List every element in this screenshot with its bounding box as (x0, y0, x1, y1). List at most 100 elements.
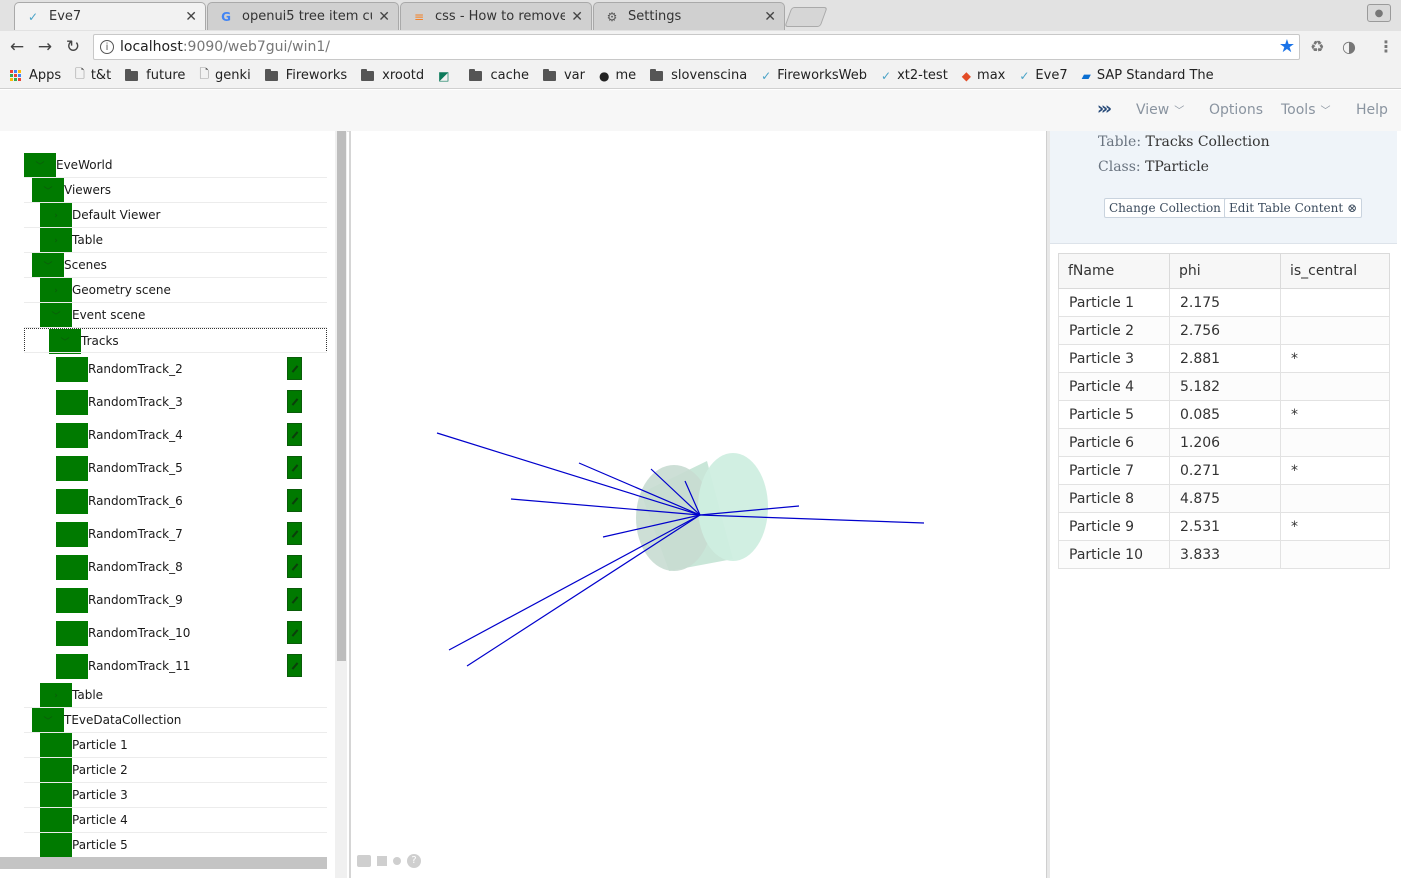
table-row[interactable]: Particle 2 2.756 (1058, 316, 1390, 345)
tree-node-icon[interactable] (40, 783, 72, 808)
bookmark-item[interactable]: ✓ Eve7 (1019, 68, 1067, 83)
bookmark-item[interactable]: Fireworks (264, 68, 347, 83)
collapse-toggle-icon[interactable]: › (40, 278, 72, 303)
visibility-checkbox[interactable] (287, 423, 302, 446)
expand-toggle-icon[interactable]: ﹀ (32, 708, 64, 733)
camera-icon[interactable] (357, 855, 371, 867)
bookmark-item[interactable]: slovenscina (650, 68, 747, 83)
table-row[interactable]: Particle 10 3.833 (1058, 540, 1390, 569)
browser-tab-settings[interactable]: ⚙ Settings ✕ (593, 2, 785, 30)
reload-icon[interactable]: ↻ (62, 37, 84, 57)
table-row[interactable]: Particle 4 5.182 (1058, 372, 1390, 401)
table-row[interactable]: Particle 8 4.875 (1058, 484, 1390, 513)
shell-expand-icon[interactable]: ››› (1097, 99, 1112, 119)
visibility-checkbox[interactable] (287, 456, 302, 479)
record-icon[interactable] (393, 857, 401, 865)
scrollbar-thumb[interactable] (337, 131, 346, 661)
column-header-phi[interactable]: phi (1169, 253, 1281, 289)
expand-toggle-icon[interactable]: ﹀ (32, 253, 64, 278)
bookmark-item[interactable]: ◆ max (962, 68, 1006, 83)
visibility-checkbox[interactable] (287, 522, 302, 545)
bookmark-item[interactable]: xrootd (361, 68, 424, 83)
browser-tab-css[interactable]: ≡ css - How to remove ✕ (400, 2, 592, 30)
visibility-checkbox[interactable] (287, 489, 302, 512)
column-header-fname[interactable]: fName (1058, 253, 1170, 289)
bookmark-item[interactable]: var (542, 68, 585, 83)
visibility-checkbox[interactable] (287, 357, 302, 380)
table-row[interactable]: Particle 5 0.085 * (1058, 400, 1390, 429)
expand-toggle-icon[interactable]: ﹀ (24, 153, 56, 178)
visibility-checkbox[interactable] (287, 390, 302, 413)
tree-item[interactable]: › Table (24, 228, 327, 253)
bookmark-item[interactable]: ✓ FireworksWeb (761, 68, 867, 83)
address-bar[interactable]: i localhost:9090/web7gui/win1/ ★ (93, 34, 1300, 60)
tree-item[interactable]: ﹀ Event scene (24, 303, 327, 328)
table-row[interactable]: Particle 1 2.175 (1058, 288, 1390, 317)
expand-toggle-icon[interactable]: ﹀ (49, 329, 81, 354)
tree-item-track[interactable]: RandomTrack_6 (24, 489, 327, 522)
edit-table-content-button[interactable]: Edit Table Content ⊗ (1224, 198, 1363, 218)
back-arrow-icon[interactable]: ← (6, 37, 28, 57)
bookmark-item[interactable]: ◩ (438, 69, 455, 83)
bookmark-item[interactable]: Apps (10, 68, 61, 83)
tree-node-icon[interactable] (40, 808, 72, 833)
tree-item-track[interactable]: RandomTrack_2 (24, 357, 327, 390)
tree-item[interactable]: › Default Viewer (24, 203, 327, 228)
tree-item[interactable]: ﹀ Tracks (24, 328, 327, 354)
change-collection-button[interactable]: Change Collection⊗ (1104, 198, 1240, 218)
tree-node-icon[interactable] (40, 758, 72, 783)
table-row[interactable]: Particle 9 2.531 * (1058, 512, 1390, 541)
tree-item-track[interactable]: RandomTrack_8 (24, 555, 327, 588)
bookmark-item[interactable]: future (125, 68, 185, 83)
tree-item-track[interactable]: RandomTrack_9 (24, 588, 327, 621)
tree-item[interactable]: ﹀ Scenes (24, 253, 327, 278)
table-row[interactable]: Particle 3 2.881 * (1058, 344, 1390, 373)
menu-kebab-icon[interactable]: ⋮ (1378, 37, 1394, 56)
close-tab-icon[interactable]: ✕ (378, 9, 390, 25)
column-header-is-central[interactable]: is_central (1280, 253, 1390, 289)
tree-item[interactable]: ﹀ EveWorld (24, 153, 327, 178)
visibility-checkbox[interactable] (287, 621, 302, 644)
tree-item-track[interactable]: RandomTrack_5 (24, 456, 327, 489)
menu-options[interactable]: Options (1209, 102, 1263, 118)
tree-item-track[interactable]: RandomTrack_3 (24, 390, 327, 423)
menu-view[interactable]: View ﹀ (1136, 102, 1184, 118)
tree-item[interactable]: ﹀ TEveDataCollection (24, 708, 327, 733)
tree-vertical-scrollbar[interactable] (335, 131, 347, 878)
table-row[interactable]: Particle 6 1.206 (1058, 428, 1390, 457)
close-circle-icon[interactable]: ⊗ (1347, 201, 1357, 215)
visibility-checkbox[interactable] (287, 588, 302, 611)
browser-tab-eve7[interactable]: ✓ Eve7 ✕ (14, 2, 206, 30)
collapse-toggle-icon[interactable]: › (40, 683, 72, 708)
collapse-toggle-icon[interactable]: › (40, 228, 72, 253)
tree-node-icon[interactable] (40, 833, 72, 858)
close-tab-icon[interactable]: ✕ (571, 9, 583, 25)
bookmark-item[interactable]: ● me (599, 68, 636, 83)
info-icon[interactable]: i (100, 40, 114, 54)
tree-item-track[interactable]: RandomTrack_7 (24, 522, 327, 555)
tree-item[interactable]: Particle 5 (24, 833, 327, 858)
browser-tab-openui5[interactable]: G openui5 tree item cu ✕ (207, 2, 399, 30)
menu-tools[interactable]: Tools ﹀ (1281, 102, 1331, 118)
tree-item[interactable]: Particle 3 (24, 783, 327, 808)
viewer-canvas[interactable] (351, 131, 1046, 878)
visibility-checkbox[interactable] (287, 555, 302, 578)
expand-toggle-icon[interactable]: ﹀ (32, 178, 64, 203)
recycle-extension-icon[interactable]: ♻ (1310, 37, 1324, 56)
tree-item-track[interactable]: RandomTrack_4 (24, 423, 327, 456)
close-tab-icon[interactable]: ✕ (764, 9, 776, 25)
tree-horizontal-scrollbar[interactable] (0, 857, 327, 869)
expand-toggle-icon[interactable]: ﹀ (40, 303, 72, 328)
tree-item[interactable]: Particle 2 (24, 758, 327, 783)
tree-item[interactable]: › Geometry scene (24, 278, 327, 303)
tree-item[interactable]: Particle 4 (24, 808, 327, 833)
stop-icon[interactable] (377, 856, 387, 866)
help-icon[interactable]: ? (407, 854, 421, 868)
close-tab-icon[interactable]: ✕ (185, 9, 197, 25)
tree-item[interactable]: › Table (24, 683, 327, 708)
bookmark-item[interactable]: ✓ xt2-test (881, 68, 948, 83)
tree-item[interactable]: Particle 1 (24, 733, 327, 758)
forward-arrow-icon[interactable]: → (34, 37, 56, 57)
bookmark-item[interactable]: ▰ SAP Standard The (1082, 68, 1214, 83)
collapse-toggle-icon[interactable]: › (40, 203, 72, 228)
